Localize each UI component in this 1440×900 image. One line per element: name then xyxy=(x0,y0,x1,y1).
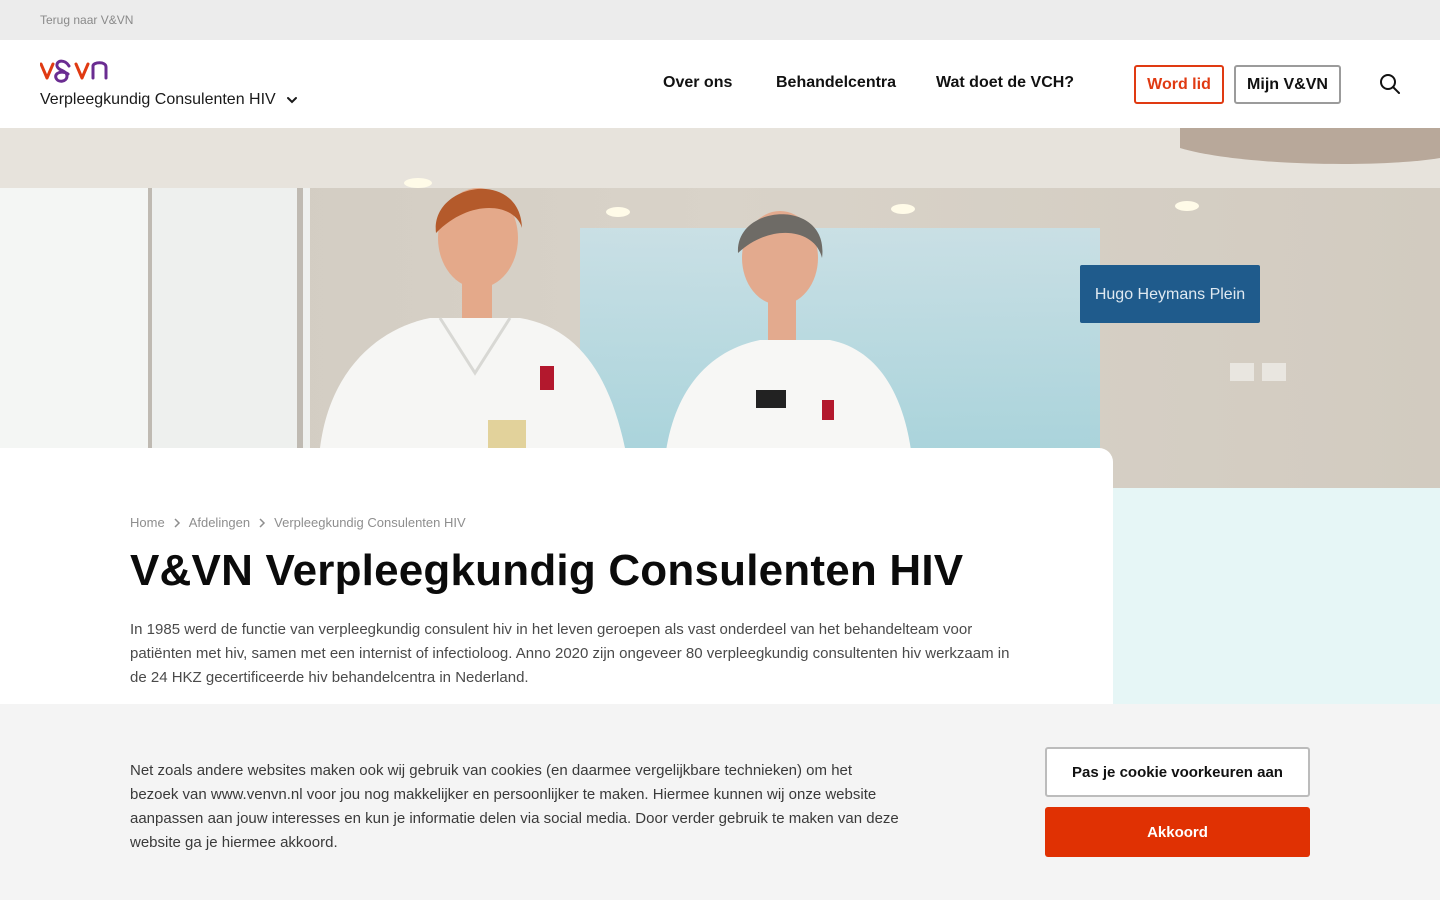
chevron-right-icon xyxy=(259,517,266,528)
intro-paragraph: In 1985 werd de functie van verpleegkund… xyxy=(130,621,1010,686)
nurses-photo: Hugo Heymans Plein xyxy=(0,128,1440,488)
breadcrumb-current: Verpleegkundig Consulenten HIV xyxy=(274,515,466,530)
breadcrumb-afdelingen[interactable]: Afdelingen xyxy=(189,515,250,530)
venvn-logo[interactable] xyxy=(40,58,112,84)
site-header: Verpleegkundig Consulenten HIV Over ons … xyxy=(0,40,1440,128)
hero-sign-text: Hugo Heymans Plein xyxy=(1095,286,1245,303)
search-icon[interactable] xyxy=(1378,72,1402,96)
nav-over-ons[interactable]: Over ons xyxy=(663,74,732,92)
teal-side-panel xyxy=(1113,488,1440,704)
chevron-down-icon xyxy=(286,97,297,104)
breadcrumb: Home Afdelingen Verpleegkundig Consulent… xyxy=(130,515,466,530)
cookie-banner: Net zoals andere websites maken ook wij … xyxy=(0,704,1440,900)
chevron-right-icon xyxy=(174,517,180,528)
breadcrumb-home[interactable]: Home xyxy=(130,515,165,530)
cookie-preferences-button[interactable]: Pas je cookie voorkeuren aan xyxy=(1045,747,1310,797)
back-to-venvn-link[interactable]: Terug naar V&VN xyxy=(40,13,133,27)
word-lid-button[interactable]: Word lid xyxy=(1134,65,1224,104)
intro-card: Home Afdelingen Verpleegkundig Consulent… xyxy=(0,448,1113,704)
cookie-message: Net zoals andere websites maken ook wij … xyxy=(130,762,899,851)
top-utility-bar: Terug naar V&VN xyxy=(0,0,1440,40)
page-title: V&VN Verpleegkundig Consulenten HIV xyxy=(130,546,964,595)
hero-image: Hugo Heymans Plein xyxy=(0,128,1440,488)
mijn-venvn-button[interactable]: Mijn V&VN xyxy=(1234,65,1341,104)
site-name-label: Verpleegkundig Consulenten HIV xyxy=(40,91,276,108)
nav-wat-doet-de-vch[interactable]: Wat doet de VCH? xyxy=(936,74,1074,92)
site-switcher[interactable]: Verpleegkundig Consulenten HIV xyxy=(40,91,298,109)
nav-behandelcentra[interactable]: Behandelcentra xyxy=(776,74,896,92)
cookie-accept-button[interactable]: Akkoord xyxy=(1045,807,1310,857)
